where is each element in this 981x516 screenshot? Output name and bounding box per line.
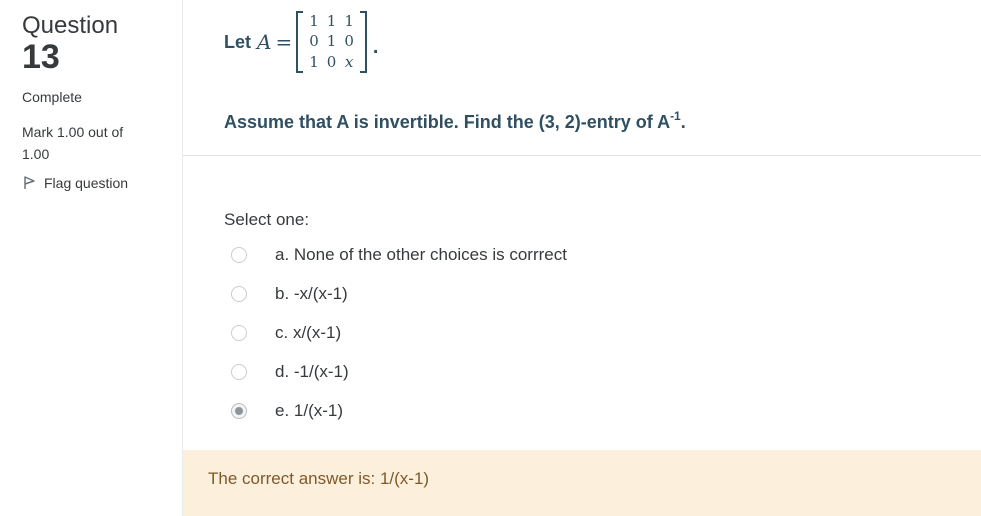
matrix-row: 0 1 0 <box>305 32 358 53</box>
column-divider <box>182 0 183 516</box>
answer-option-b[interactable]: b. -x/(x-1) <box>224 274 964 313</box>
radio-button[interactable] <box>231 324 247 341</box>
section-divider <box>183 155 981 156</box>
answer-option-label[interactable]: b. -x/(x-1) <box>275 284 348 304</box>
matrix-row: 1 1 1 <box>305 11 358 32</box>
matrix-definition: Let A = 1 1 1 0 1 0 1 0 x . <box>224 8 964 76</box>
answer-option-d[interactable]: d. -1/(x-1) <box>224 352 964 391</box>
correct-answer-text: The correct answer is: 1/(x-1) <box>208 469 430 488</box>
matrix-cell: 0 <box>326 53 337 72</box>
matrix-cell: 1 <box>309 53 319 72</box>
question-number: 13 <box>22 38 60 76</box>
radio-button-selected[interactable] <box>231 402 247 419</box>
question-prompt-end: . <box>680 112 686 132</box>
answer-option-label[interactable]: c. x/(x-1) <box>275 323 341 343</box>
question-text: Let A = 1 1 1 0 1 0 1 0 x . Assume that … <box>224 8 964 132</box>
matrix-grid: 1 1 1 0 1 0 1 0 x <box>305 11 358 73</box>
answer-option-label[interactable]: d. -1/(x-1) <box>275 362 349 382</box>
answer-option-e[interactable]: e. 1/(x-1) <box>224 391 964 430</box>
question-state: Complete <box>22 89 82 105</box>
inverse-superscript: -1 <box>670 109 681 123</box>
flag-question-label: Flag question <box>44 175 129 191</box>
matrix-left-bracket <box>296 11 304 73</box>
matrix-cell: 0 <box>344 32 354 51</box>
question-info-panel: Question 13 Complete Mark 1.00 out of 1.… <box>0 0 182 516</box>
matrix-a: 1 1 1 0 1 0 1 0 x <box>296 9 367 75</box>
radio-button[interactable] <box>231 246 247 263</box>
matrix-right-bracket <box>359 11 367 73</box>
question-prompt-text: Assume that A is invertible. Find the (3… <box>224 112 671 132</box>
question-label: Question <box>22 12 119 39</box>
answer-option-label[interactable]: a. None of the other choices is corrrect <box>275 245 567 265</box>
let-word: Let <box>224 31 251 52</box>
definition-period: . <box>372 35 379 58</box>
matrix-cell: x <box>344 53 354 72</box>
equals-sign: = <box>275 30 293 54</box>
radio-button[interactable] <box>231 363 247 380</box>
matrix-cell: 1 <box>326 32 337 51</box>
flag-icon <box>22 175 38 191</box>
matrix-cell: 1 <box>309 11 319 30</box>
radio-dot <box>235 406 243 415</box>
matrix-cell: 1 <box>326 11 337 30</box>
question-prompt: Assume that A is invertible. Find the (3… <box>224 109 686 133</box>
matrix-variable: A <box>257 30 272 54</box>
answer-option-label[interactable]: e. 1/(x-1) <box>275 401 343 421</box>
matrix-cell: 1 <box>344 11 354 30</box>
answer-option-a[interactable]: a. None of the other choices is corrrect <box>224 235 964 274</box>
radio-button[interactable] <box>231 285 247 302</box>
answer-option-c[interactable]: c. x/(x-1) <box>224 313 964 352</box>
matrix-row: 1 0 x <box>305 52 358 73</box>
question-grade: Mark 1.00 out of 1.00 <box>22 124 124 162</box>
answer-block: Select one: a. None of the other choices… <box>224 205 964 430</box>
feedback-panel: The correct answer is: 1/(x-1) <box>183 450 981 516</box>
select-one-prompt: Select one: <box>224 210 310 229</box>
flag-question-link[interactable]: Flag question <box>22 175 128 191</box>
matrix-cell: 0 <box>309 32 319 51</box>
